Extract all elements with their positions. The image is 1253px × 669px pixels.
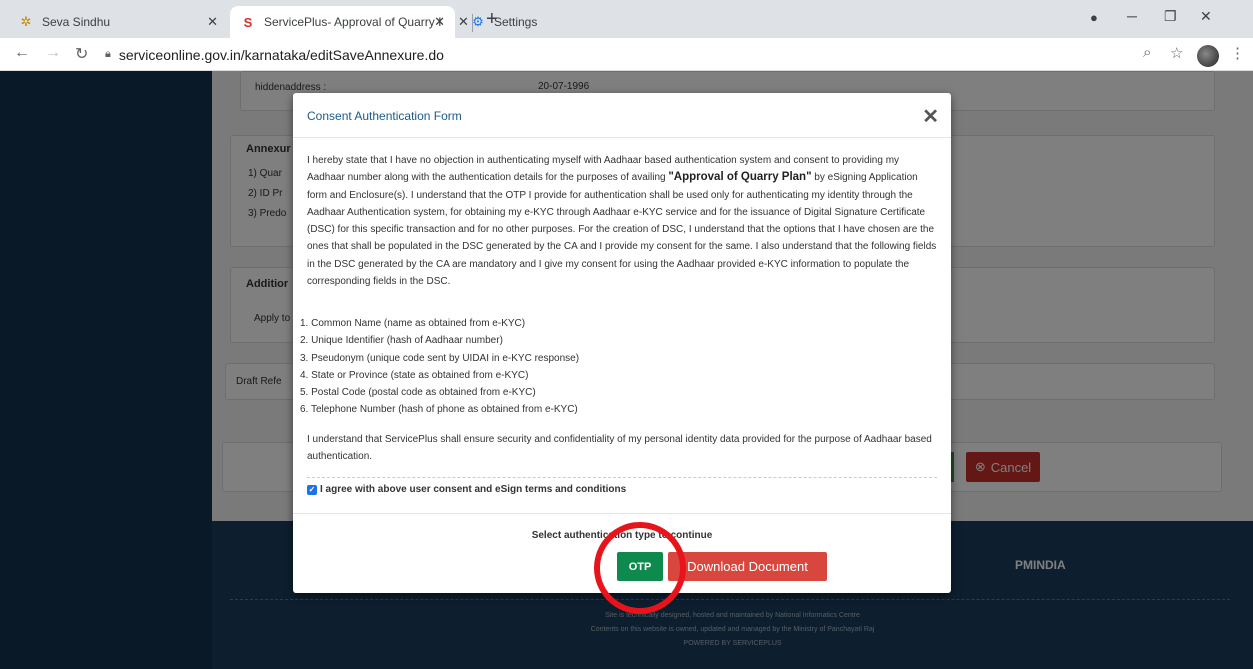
- agree-checkbox-row[interactable]: ✓ I agree with above user consent and eS…: [307, 484, 626, 495]
- close-icon[interactable]: ✕: [434, 14, 445, 30]
- reload-icon[interactable]: ↻: [75, 44, 88, 64]
- close-icon[interactable]: ✕: [207, 14, 218, 30]
- window-close-icon[interactable]: ✕: [1200, 8, 1212, 25]
- browser-toolbar: ← → ↻ 🔒︎ serviceonline.gov.in/karnataka/…: [0, 38, 1253, 71]
- list-item: 5. Postal Code (postal code as obtained …: [300, 387, 536, 399]
- modal-title: Consent Authentication Form: [307, 109, 462, 123]
- address-bar[interactable]: 🔒︎ serviceonline.gov.in/karnataka/editSa…: [105, 42, 1205, 67]
- consent-text: by eSigning Application form and Enclosu…: [307, 172, 937, 288]
- close-icon[interactable]: ✕: [922, 104, 939, 129]
- divider: [307, 477, 937, 478]
- close-icon[interactable]: ✕: [458, 14, 469, 30]
- menu-icon[interactable]: ⋮: [1230, 44, 1245, 62]
- highlight-circle: [594, 522, 686, 614]
- list-item: 2. Unique Identifier (hash of Aadhaar nu…: [300, 335, 503, 347]
- list-item: 3. Pseudonym (unique code sent by UIDAI …: [300, 352, 580, 364]
- dsc-fields-list: 1. Common Name (name as obtained from e-…: [300, 315, 579, 419]
- consent-paragraph: I hereby state that I have no objection …: [307, 152, 939, 290]
- tab-serviceplus[interactable]: S ServicePlus- Approval of Quarry I ✕: [230, 6, 455, 38]
- tab-label: Seva Sindhu: [42, 15, 111, 29]
- back-icon[interactable]: ←: [14, 44, 30, 62]
- avatar[interactable]: [1197, 45, 1219, 67]
- list-item: 1. Common Name (name as obtained from e-…: [300, 318, 526, 329]
- agree-label: I agree with above user consent and eSig…: [320, 484, 627, 495]
- list-item: 6. Telephone Number (hash of phone as ob…: [300, 404, 578, 416]
- consent-modal: Consent Authentication Form ✕ I hereby s…: [293, 93, 951, 593]
- minimize-icon[interactable]: ─: [1127, 8, 1137, 24]
- tab-seva-sindhu[interactable]: ✲ Seva Sindhu ✕: [8, 6, 228, 38]
- restore-icon[interactable]: ❐: [1164, 8, 1177, 25]
- service-name: "Approval of Quarry Plan": [668, 171, 812, 184]
- url-text: serviceonline.gov.in/karnataka/editSaveA…: [118, 46, 444, 63]
- tab-label: ServicePlus- Approval of Quarry I: [264, 15, 442, 29]
- browser-tabbar: ✲ Seva Sindhu ✕ S ServicePlus- Approval …: [0, 0, 1253, 38]
- security-paragraph: I understand that ServicePlus shall ensu…: [307, 434, 932, 463]
- new-tab-icon[interactable]: +: [486, 8, 498, 31]
- tab-label: Settings: [494, 15, 538, 29]
- seva-sindhu-favicon: ✲: [20, 14, 32, 29]
- lock-icon: 🔒︎: [105, 48, 111, 60]
- tab-separator: [472, 14, 473, 32]
- checkbox-checked-icon[interactable]: ✓: [307, 484, 317, 495]
- modal-header: Consent Authentication Form ✕: [293, 93, 951, 138]
- profile-dot-icon[interactable]: ●: [1090, 10, 1098, 25]
- download-document-button[interactable]: Download Document: [668, 552, 827, 581]
- star-icon[interactable]: ☆: [1170, 44, 1183, 62]
- list-item: 4. State or Province (state as obtained …: [300, 369, 529, 381]
- modal-footer-divider: [293, 513, 951, 514]
- forward-icon[interactable]: →: [45, 44, 61, 62]
- zoom-icon[interactable]: ⌕: [1143, 44, 1151, 61]
